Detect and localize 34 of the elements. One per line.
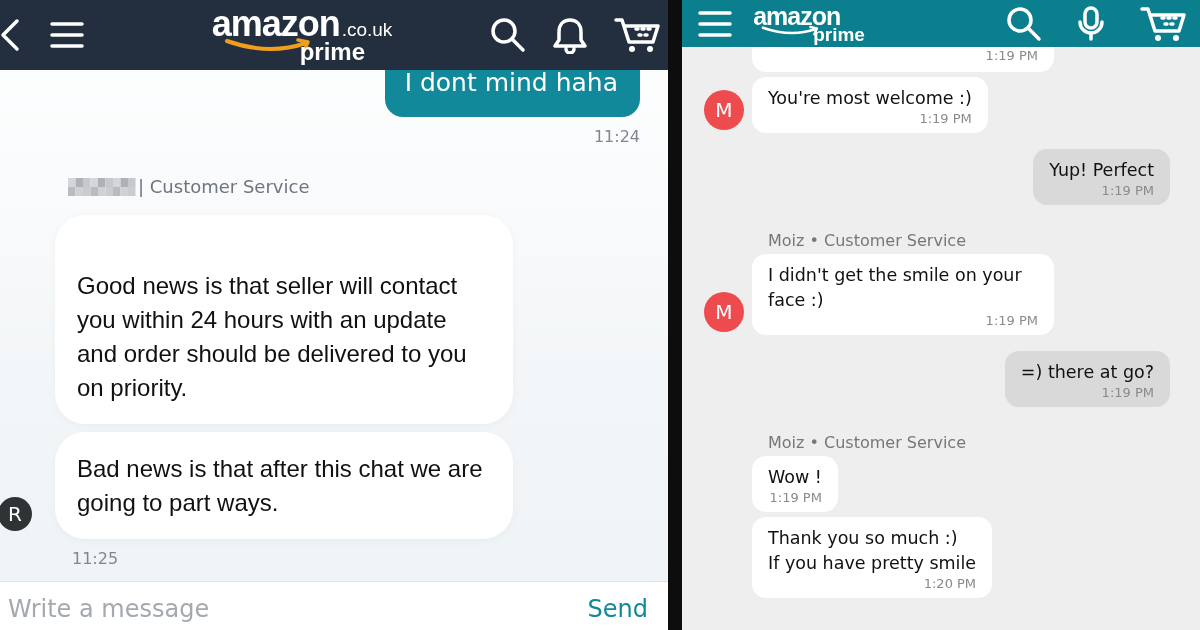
menu-icon[interactable]	[50, 21, 84, 49]
message-time: 1:19 PM	[984, 313, 1038, 329]
avatar: M	[704, 90, 744, 130]
sender-label: Moiz • Customer Service	[768, 231, 966, 250]
send-button[interactable]: Send	[585, 592, 650, 626]
bell-icon[interactable]	[552, 16, 588, 54]
message-text: =) there at go?	[1020, 361, 1154, 384]
message-time: 1:19 PM	[984, 48, 1038, 64]
search-icon[interactable]	[490, 17, 526, 53]
message-time: 1:19 PM	[1100, 385, 1154, 401]
message-text: You're most welcome :)	[768, 87, 972, 110]
message-time: 1:19 PM	[918, 111, 972, 127]
message-time: 1:19 PM	[1100, 183, 1154, 199]
message-text: Thank you so much :) If you have pretty smile	[768, 527, 977, 575]
domain-label: .co.uk	[341, 20, 393, 39]
sender-label: Moiz • Customer Service	[768, 433, 966, 452]
message-time: 11:24	[593, 127, 640, 146]
sender-label: | Customer Service	[138, 176, 310, 197]
message-text: Bad news is that after this chat we are going to part ways.	[77, 454, 484, 518]
prime-label: prime	[299, 40, 365, 64]
message-text: Wow !	[768, 466, 822, 489]
avatar: R	[0, 497, 32, 531]
message-time: 11:25	[72, 549, 120, 568]
brand-name: amazon	[211, 6, 340, 42]
cart-icon[interactable]	[614, 16, 660, 54]
message-time: 1:20 PM	[922, 576, 977, 592]
message-text: I didn't get the smile on your face :)	[768, 264, 1023, 312]
message-text: Yup! Perfect	[1049, 159, 1154, 182]
message-time: 1:19 PM	[768, 490, 822, 506]
avatar: M	[704, 292, 744, 332]
message-text: Good news is that seller will contact you within 24 hours with an update and order should be delivered to you on priority.	[77, 271, 468, 403]
back-icon[interactable]	[0, 18, 20, 52]
microphone-icon[interactable]	[1076, 5, 1106, 42]
message-text: I dont mind haha	[404, 68, 618, 97]
